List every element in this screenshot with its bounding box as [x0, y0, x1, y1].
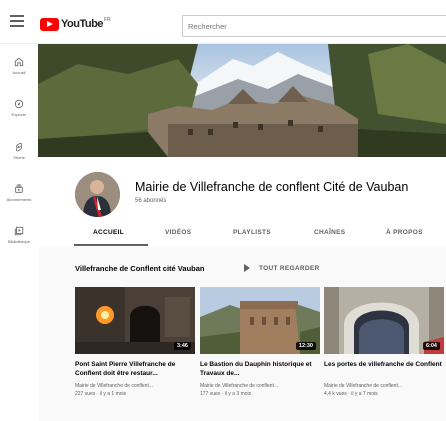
youtube-logo[interactable]: YouTube FR [40, 17, 111, 31]
channel-banner [38, 44, 446, 157]
youtube-channel-page: YouTube FR Accueil Explorer Shorts Abonn… [0, 0, 446, 421]
sidebar-item-explore[interactable]: Explorer [0, 99, 38, 117]
video-meta: 227 vues · il y a 1 mois [75, 391, 127, 397]
sidebar-item-label: Shorts [13, 155, 25, 160]
sidebar-item-label: Explorer [11, 112, 27, 117]
logo-country-code: FR [103, 17, 111, 23]
video-thumbnail[interactable]: 6:04 [324, 287, 444, 354]
video-title[interactable]: Les portes de villefranche de Conflent [324, 360, 444, 378]
tab-videos[interactable]: VIDÉOS [165, 229, 191, 236]
channel-header: Mairie de Villefranche de conflent Cité … [38, 157, 446, 247]
search-input[interactable] [182, 15, 446, 37]
play-all-button[interactable]: TOUT REGARDER [244, 264, 319, 272]
subscriber-count: 56 abonnés [135, 198, 167, 204]
top-bar: YouTube FR [0, 0, 446, 44]
active-tab-indicator [74, 244, 148, 246]
home-icon [14, 57, 24, 67]
video-channel[interactable]: Mairie de Villefranche de conflent... [200, 383, 320, 389]
video-channel[interactable]: Mairie de Villefranche de conflent... [75, 383, 195, 389]
channel-title: Mairie de Villefranche de conflent Cité … [135, 180, 409, 194]
section-title[interactable]: Villefranche de Conflent cité Vauban [75, 264, 204, 273]
sidebar-item-label: Abonnements [6, 197, 32, 202]
youtube-play-icon [40, 17, 59, 31]
sidebar: Accueil Explorer Shorts Abonnements Bibl… [0, 44, 38, 421]
compass-icon [14, 99, 24, 109]
sidebar-item-label: Bibliothèque [7, 239, 31, 244]
sidebar-item-home[interactable]: Accueil [0, 57, 38, 75]
video-channel[interactable]: Mairie de Villefranche de conflent... [324, 383, 444, 389]
sidebar-item-subscriptions[interactable]: Abonnements [0, 184, 38, 202]
channel-tabs: ACCUEIL VIDÉOS PLAYLISTS CHAÎNES À PROPO… [74, 225, 446, 247]
video-thumbnail[interactable]: 3:46 [75, 287, 195, 354]
banner-image [38, 44, 446, 157]
video-meta: 177 vues · il y a 3 mois [200, 391, 252, 397]
logo-text: YouTube [61, 18, 103, 30]
video-thumbnail[interactable]: 12:30 [200, 287, 320, 354]
video-meta: 4,4 k vues · il y a 7 mois [324, 391, 378, 397]
video-duration: 3:46 [173, 342, 191, 350]
subscriptions-icon [15, 184, 23, 193]
library-icon [14, 226, 24, 236]
video-duration: 12:30 [295, 342, 316, 350]
video-title[interactable]: Pont Saint Pierre Villefranche de Confle… [75, 360, 195, 378]
avatar-image [75, 172, 120, 217]
video-card[interactable]: 12:30 Le Bastion du Dauphin historique e… [200, 287, 320, 397]
tab-accueil[interactable]: ACCUEIL [93, 229, 124, 236]
video-title[interactable]: Le Bastion du Dauphin historique et Trav… [200, 360, 320, 378]
tab-chaines[interactable]: CHAÎNES [314, 229, 345, 236]
sidebar-item-library[interactable]: Bibliothèque [0, 226, 38, 244]
tab-playlists[interactable]: PLAYLISTS [233, 229, 271, 236]
sidebar-item-shorts[interactable]: Shorts [0, 142, 38, 160]
sidebar-item-label: Accueil [12, 70, 26, 75]
channel-avatar[interactable] [75, 172, 120, 217]
video-duration: 6:04 [422, 342, 440, 350]
shorts-icon [15, 142, 23, 152]
play-icon [244, 264, 250, 272]
play-all-label: TOUT REGARDER [259, 264, 320, 272]
tab-a-propos[interactable]: À PROPOS [386, 229, 423, 236]
video-card[interactable]: 3:46 Pont Saint Pierre Villefranche de C… [75, 287, 195, 397]
video-card[interactable]: 6:04 Les portes de villefranche de Confl… [324, 287, 444, 397]
hamburger-menu-icon[interactable] [10, 15, 24, 27]
